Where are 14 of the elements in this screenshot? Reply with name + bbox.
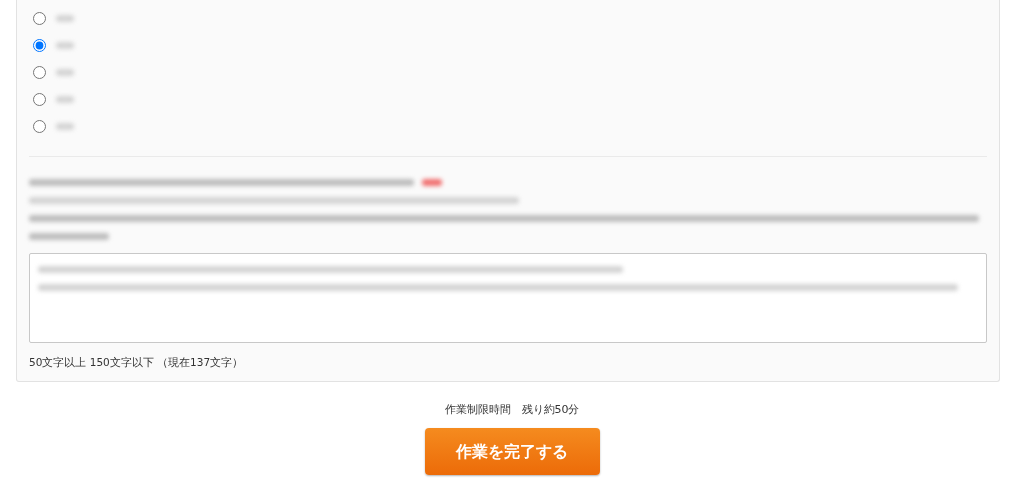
radio-button[interactable]	[33, 12, 46, 25]
character-count: 50文字以上 150文字以下 （現在137文字）	[29, 355, 245, 370]
radio-button[interactable]	[33, 66, 46, 79]
radio-button[interactable]	[33, 93, 46, 106]
complete-button[interactable]: 作業を完了する	[424, 428, 600, 476]
redacted-text	[56, 69, 74, 76]
time-limit-text: 作業制限時間 残り約50分	[443, 401, 581, 418]
radio-button[interactable]	[33, 120, 46, 133]
redacted-text	[422, 178, 442, 186]
redacted-text	[56, 15, 74, 22]
redacted-text	[56, 123, 74, 130]
redacted-text	[56, 42, 74, 49]
radio-button[interactable]	[33, 39, 46, 52]
redacted-text	[56, 96, 74, 103]
